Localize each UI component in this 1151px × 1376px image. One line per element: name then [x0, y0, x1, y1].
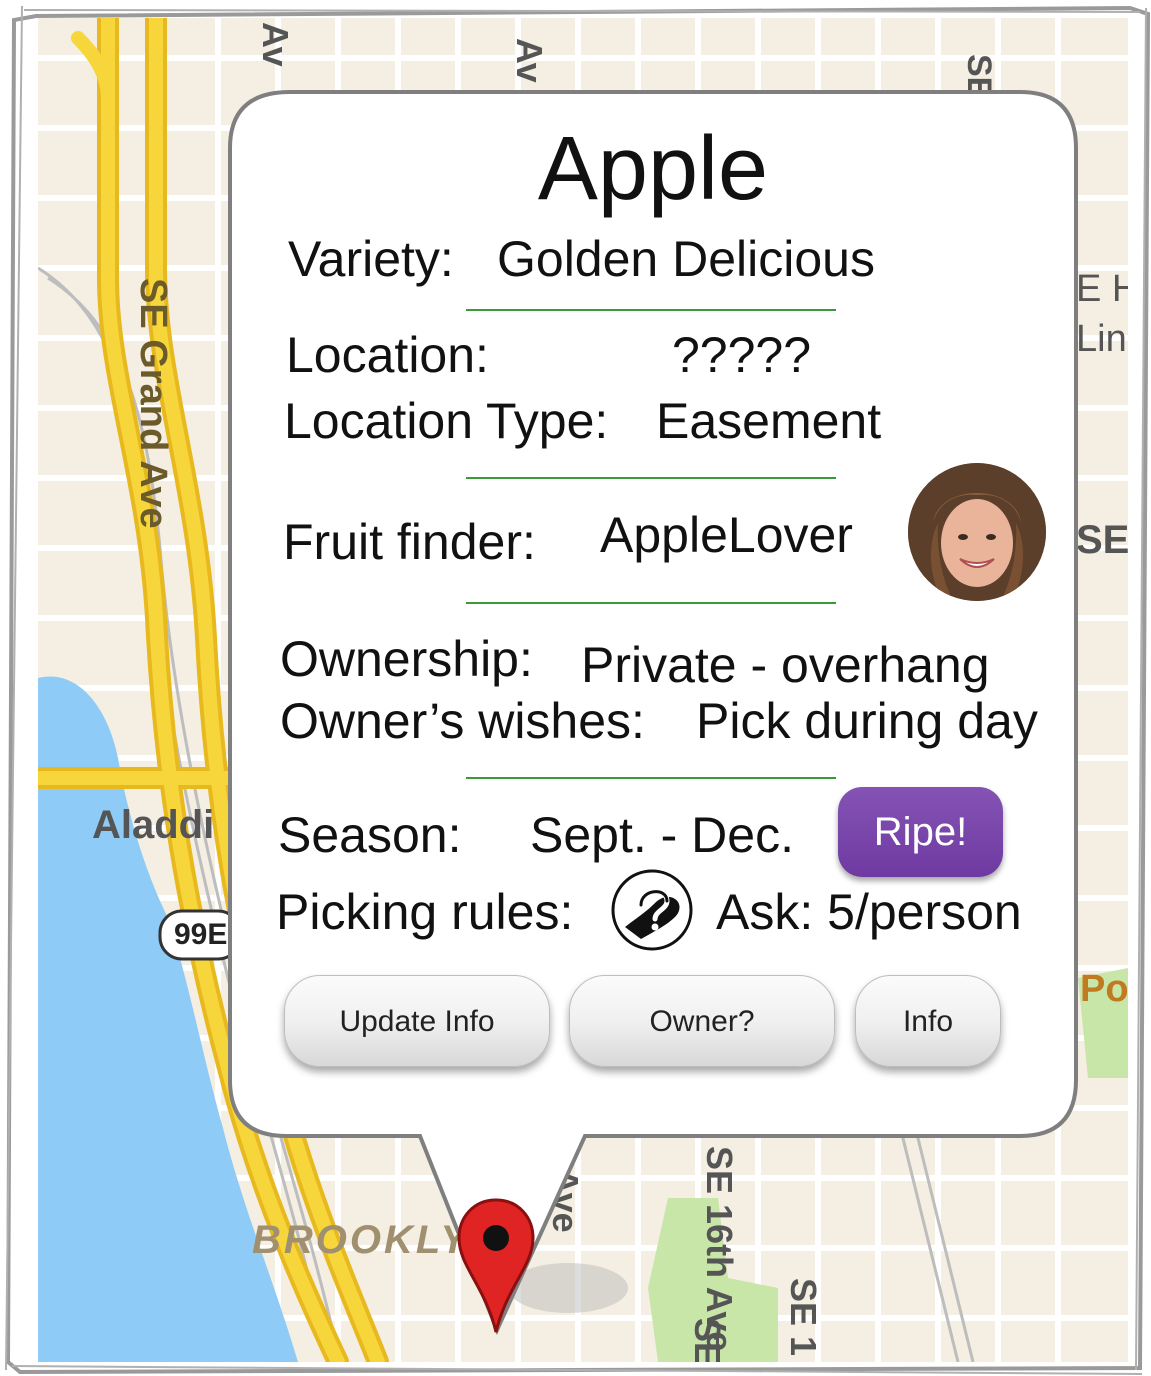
divider	[466, 309, 836, 311]
app-frame: SE Grand Ave Aladdi 99E BROOKLY SE 16th …	[0, 0, 1151, 1376]
divider	[466, 777, 836, 779]
variety-value: Golden Delicious	[497, 231, 875, 287]
variety-label: Variety:	[288, 231, 454, 287]
owner-wishes-value: Pick during day	[696, 693, 1038, 749]
owner-button[interactable]: Owner?	[569, 975, 835, 1067]
owner-wishes-label: Owner’s wishes:	[280, 693, 645, 749]
ownership-label: Ownership:	[280, 631, 533, 687]
map-pin-icon[interactable]	[455, 1196, 537, 1336]
ownership-value: Private - overhang	[581, 637, 990, 693]
location-label: Location:	[286, 327, 489, 383]
season-value: Sept. - Dec.	[530, 807, 794, 863]
update-info-button[interactable]: Update Info	[284, 975, 550, 1067]
finder-label: Fruit finder:	[283, 514, 536, 570]
location-type-value: Easement	[656, 393, 882, 449]
location-value: ?????	[672, 327, 812, 383]
fruit-title: Apple	[537, 119, 769, 219]
location-type-label: Location Type:	[284, 393, 609, 449]
finder-value[interactable]: AppleLover	[600, 506, 853, 564]
divider	[466, 602, 836, 604]
picking-rules-label: Picking rules:	[276, 884, 574, 940]
divider	[466, 477, 836, 479]
info-button[interactable]: Info	[855, 975, 1001, 1067]
picking-rules-value: Ask: 5/person	[716, 884, 1022, 940]
finder-avatar[interactable]	[908, 463, 1046, 601]
ripe-badge[interactable]: Ripe!	[838, 787, 1003, 877]
hand-question-icon[interactable]	[611, 869, 693, 951]
season-label: Season:	[278, 807, 462, 863]
